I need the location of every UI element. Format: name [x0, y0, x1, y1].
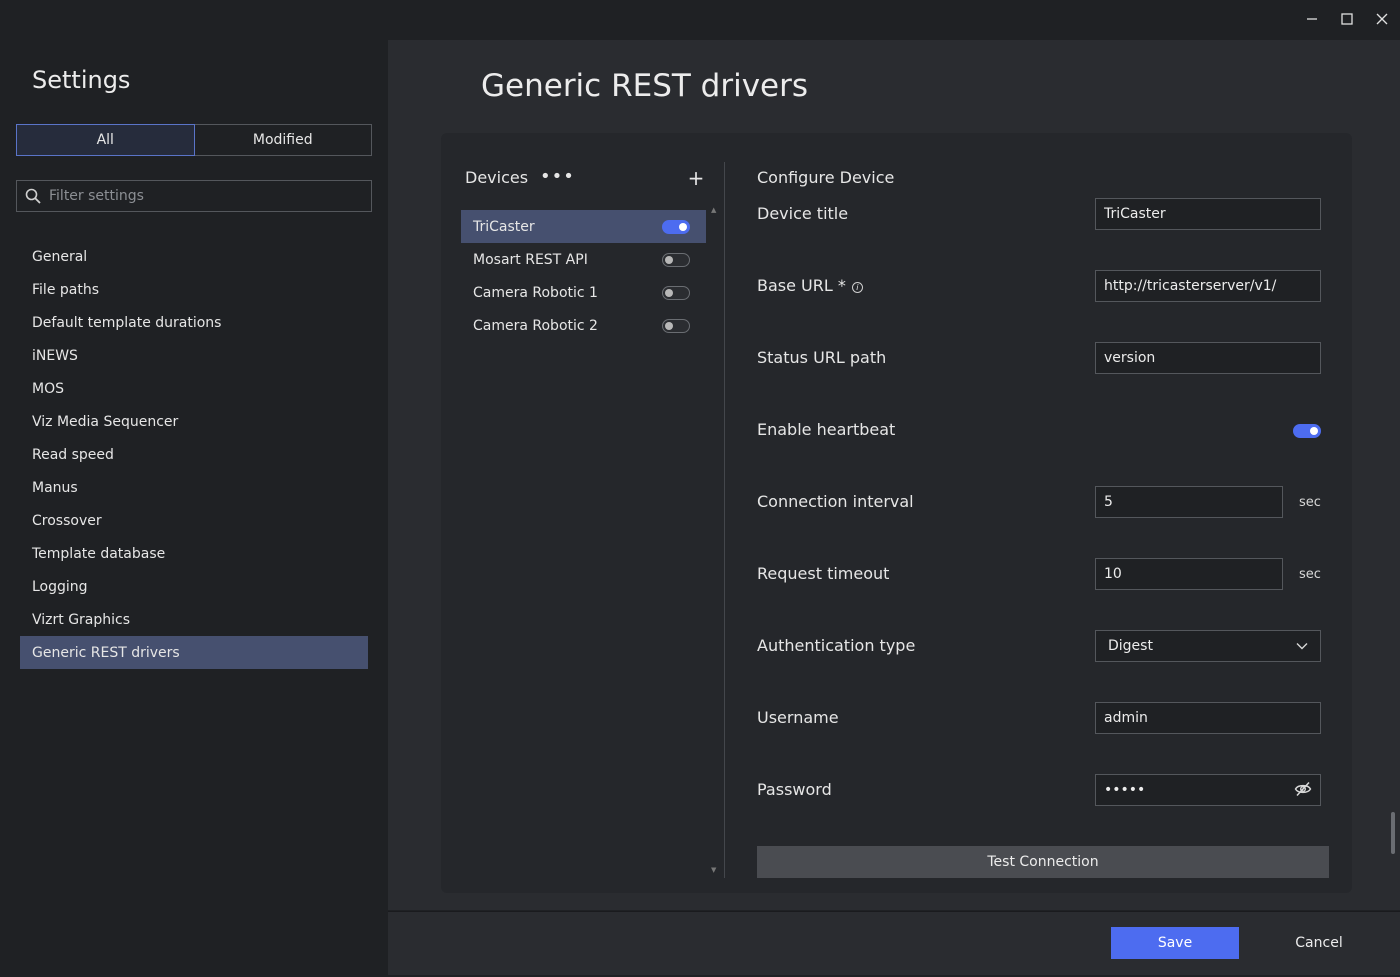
- enable-heartbeat-label: Enable heartbeat: [757, 420, 896, 439]
- column-divider: [724, 162, 725, 878]
- sidebar-item-viz-media-sequencer[interactable]: Viz Media Sequencer: [20, 405, 368, 438]
- vertical-scrollbar-thumb[interactable]: [1391, 812, 1395, 854]
- username-label: Username: [757, 708, 839, 727]
- sidebar-item-inews[interactable]: iNEWS: [20, 339, 368, 372]
- test-connection-button[interactable]: Test Connection: [757, 846, 1329, 878]
- filter-box: [16, 180, 372, 212]
- device-list: TriCaster Mosart REST API Camera Robotic…: [461, 210, 706, 342]
- tab-all[interactable]: All: [16, 124, 195, 156]
- device-item-camera-robotic-1[interactable]: Camera Robotic 1: [461, 276, 706, 309]
- chevron-down-icon: [1296, 643, 1308, 650]
- filter-segmented-control: All Modified: [16, 124, 372, 156]
- connection-interval-input[interactable]: [1095, 486, 1283, 518]
- search-icon: [25, 188, 41, 204]
- connection-interval-unit: sec: [1299, 495, 1321, 510]
- device-enable-toggle[interactable]: [662, 219, 690, 234]
- device-item-tricaster[interactable]: TriCaster: [461, 210, 706, 243]
- sidebar-item-template-database[interactable]: Template database: [20, 537, 368, 570]
- footer-bar: [388, 911, 1400, 975]
- minimize-icon: [1307, 18, 1317, 20]
- authentication-type-value: Digest: [1108, 638, 1153, 654]
- request-timeout-input[interactable]: [1095, 558, 1283, 590]
- device-name: TriCaster: [473, 218, 535, 235]
- request-timeout-label: Request timeout: [757, 564, 890, 583]
- device-name: Mosart REST API: [473, 251, 588, 268]
- maximize-icon: [1341, 13, 1353, 25]
- connection-interval-label: Connection interval: [757, 492, 914, 511]
- close-icon: [1376, 13, 1388, 25]
- device-enable-toggle[interactable]: [662, 285, 690, 300]
- device-title-label: Device title: [757, 204, 849, 223]
- devices-heading: Devices: [465, 168, 529, 187]
- request-timeout-unit: sec: [1299, 567, 1321, 582]
- save-button[interactable]: Save: [1111, 927, 1239, 959]
- base-url-label: Base URL *: [757, 276, 846, 295]
- sidebar-item-mos[interactable]: MOS: [20, 372, 368, 405]
- close-button[interactable]: [1371, 8, 1393, 30]
- sidebar-item-manus[interactable]: Manus: [20, 471, 368, 504]
- settings-nav: General File paths Default template dura…: [20, 240, 368, 669]
- more-options-icon[interactable]: •••: [540, 166, 575, 187]
- device-item-mosart-rest-api[interactable]: Mosart REST API: [461, 243, 706, 276]
- maximize-button[interactable]: [1336, 8, 1358, 30]
- sidebar-item-vizrt-graphics[interactable]: Vizrt Graphics: [20, 603, 368, 636]
- configure-device-heading: Configure Device: [757, 168, 895, 187]
- device-enable-toggle[interactable]: [662, 252, 690, 267]
- scroll-down-arrow-icon[interactable]: ▼: [711, 866, 716, 874]
- eye-off-icon: [1294, 781, 1312, 797]
- sidebar-item-crossover[interactable]: Crossover: [20, 504, 368, 537]
- sidebar-item-read-speed[interactable]: Read speed: [20, 438, 368, 471]
- sidebar-title: Settings: [32, 66, 131, 94]
- status-url-input[interactable]: [1095, 342, 1321, 374]
- base-url-label-row: Base URL * i: [757, 276, 863, 295]
- toggle-password-visibility-button[interactable]: [1294, 781, 1312, 801]
- device-title-input[interactable]: [1095, 198, 1321, 230]
- username-input[interactable]: [1095, 702, 1321, 734]
- base-url-input[interactable]: [1095, 270, 1321, 302]
- tab-modified[interactable]: Modified: [194, 124, 372, 156]
- device-enable-toggle[interactable]: [662, 318, 690, 333]
- sidebar-item-generic-rest-drivers[interactable]: Generic REST drivers: [20, 636, 368, 669]
- authentication-type-label: Authentication type: [757, 636, 916, 655]
- add-device-button[interactable]: +: [687, 166, 705, 190]
- device-item-camera-robotic-2[interactable]: Camera Robotic 2: [461, 309, 706, 342]
- status-url-label: Status URL path: [757, 348, 887, 367]
- minimize-button[interactable]: [1301, 8, 1323, 30]
- heartbeat-toggle[interactable]: [1293, 424, 1321, 438]
- scroll-up-arrow-icon[interactable]: ▲: [711, 206, 716, 214]
- filter-input[interactable]: [49, 188, 349, 204]
- sidebar-item-general[interactable]: General: [20, 240, 368, 273]
- password-label: Password: [757, 780, 832, 799]
- sidebar-item-logging[interactable]: Logging: [20, 570, 368, 603]
- authentication-type-select[interactable]: Digest: [1095, 630, 1321, 662]
- sidebar-item-file-paths[interactable]: File paths: [20, 273, 368, 306]
- sidebar-item-default-template-durations[interactable]: Default template durations: [20, 306, 368, 339]
- device-name: Camera Robotic 2: [473, 317, 598, 334]
- device-name: Camera Robotic 1: [473, 284, 598, 301]
- page-title: Generic REST drivers: [481, 68, 809, 104]
- password-input[interactable]: [1095, 774, 1321, 806]
- cancel-button[interactable]: Cancel: [1279, 927, 1359, 959]
- info-icon[interactable]: i: [851, 282, 863, 293]
